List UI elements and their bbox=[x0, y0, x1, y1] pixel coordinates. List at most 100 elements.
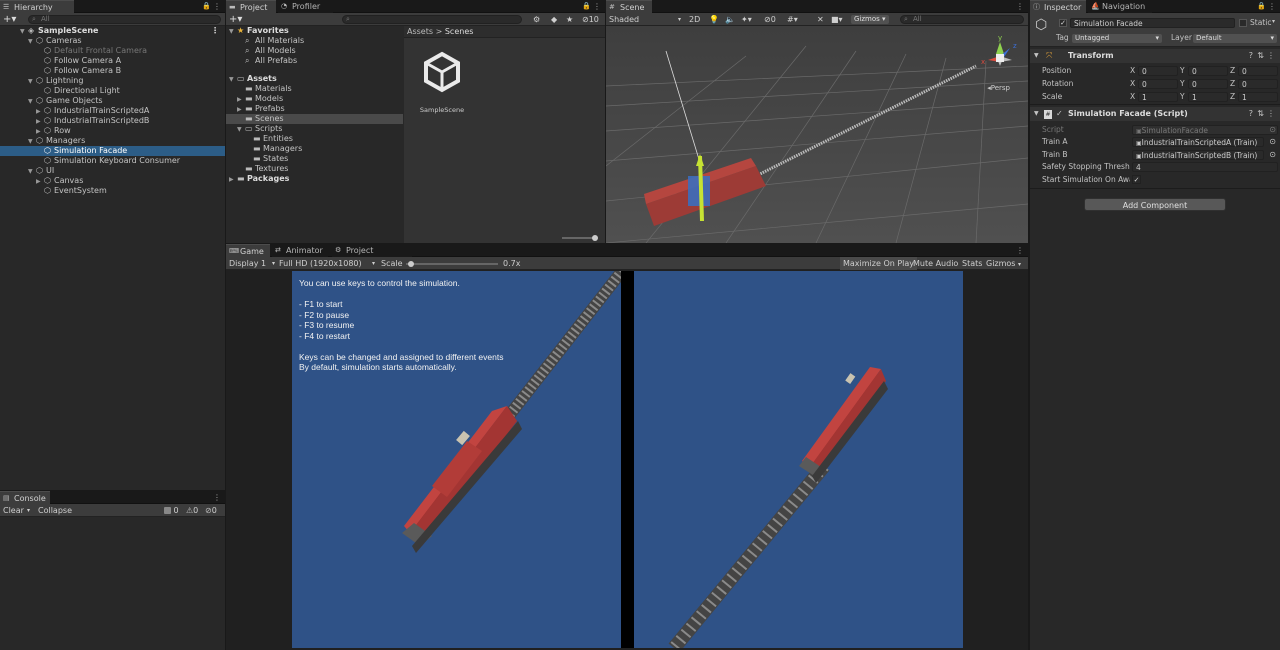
scene-search-input[interactable]: ⌕ All bbox=[900, 15, 1024, 24]
help-icon[interactable]: ? bbox=[1249, 49, 1253, 63]
scale-slider[interactable] bbox=[406, 261, 498, 267]
folder-materials[interactable]: ▬ Materials bbox=[226, 84, 403, 94]
display-dropdown[interactable]: Display 1 ▾ bbox=[229, 257, 275, 270]
packages-folder[interactable]: ▶ ▬ Packages bbox=[226, 174, 403, 184]
tree-item-default-frontal-camera[interactable]: ⬡ Default Frontal Camera bbox=[0, 46, 225, 56]
tab-scene[interactable]: # Scene bbox=[606, 0, 652, 13]
tree-item-train-a[interactable]: ▶ ⬡ IndustrialTrainScriptedA bbox=[0, 106, 225, 116]
folder-scripts[interactable]: ▼ ▭ Scripts bbox=[226, 124, 403, 134]
tree-item-keyboard-consumer[interactable]: ⬡ Simulation Keyboard Consumer bbox=[0, 156, 225, 166]
tab-inspector[interactable]: ⓘ Inspector bbox=[1030, 0, 1086, 13]
lock-icon[interactable]: 🔒 bbox=[202, 0, 211, 13]
folder-scenes[interactable]: ▬ Scenes bbox=[226, 114, 403, 124]
log-count-error[interactable]: ⊘0 bbox=[205, 504, 217, 517]
rotation-z-input[interactable]: 0 bbox=[1238, 79, 1278, 89]
filter-by-type-icon[interactable]: ⚙ bbox=[533, 13, 540, 26]
lock-icon[interactable]: 🔒 bbox=[1257, 0, 1266, 13]
preset-icon[interactable]: ⇅ bbox=[1257, 49, 1264, 63]
menu-kebab-icon[interactable]: ⋮ bbox=[1016, 0, 1024, 13]
grid-toggle-icon[interactable]: #▾ bbox=[787, 13, 798, 26]
tree-item-simulation-facade[interactable]: ⬡ Simulation Facade bbox=[0, 146, 225, 156]
scene-orientation-gizmo[interactable]: y x z bbox=[980, 32, 1020, 78]
scene-kebab-icon[interactable]: ⋮ bbox=[211, 26, 219, 36]
folder-states[interactable]: ▬ States bbox=[226, 154, 403, 164]
folder-entities[interactable]: ▬ Entities bbox=[226, 134, 403, 144]
static-dropdown-icon[interactable]: ▾ bbox=[1272, 18, 1275, 25]
add-component-button[interactable]: Add Component bbox=[1084, 198, 1226, 211]
tab-project-settings[interactable]: ⚙ Project Settings bbox=[332, 244, 412, 268]
clear-dropdown-icon[interactable]: ▾ bbox=[27, 504, 30, 517]
gizmos-toggle[interactable]: Gizmos ▾ bbox=[986, 257, 1021, 271]
toggle-2d-button[interactable]: 2D bbox=[689, 13, 700, 26]
object-name-input[interactable]: Simulation Facade bbox=[1070, 18, 1235, 28]
project-search-input[interactable]: ⌕ bbox=[342, 15, 522, 24]
object-picker-icon[interactable]: ⊙ bbox=[1269, 137, 1276, 147]
rotation-x-input[interactable]: 0 bbox=[1138, 79, 1178, 89]
folder-textures[interactable]: ▬ Textures bbox=[226, 164, 403, 174]
tab-project[interactable]: ▬ Project bbox=[226, 0, 276, 13]
asset-sample-scene[interactable]: SampleScene bbox=[412, 48, 472, 118]
tree-item-ui[interactable]: ▼ ⬡ UI bbox=[0, 166, 225, 176]
tree-item-managers[interactable]: ▼ ⬡ Managers bbox=[0, 136, 225, 146]
tab-hierarchy[interactable]: ☰ Hierarchy bbox=[0, 0, 74, 13]
train-b-object-field[interactable]: ▣IndustrialTrainScriptedB (Train) bbox=[1132, 150, 1264, 160]
clear-button[interactable]: Clear bbox=[3, 504, 24, 517]
expand-arrow-icon[interactable]: ▼ bbox=[1034, 107, 1039, 121]
train-a-object-field[interactable]: ▣IndustrialTrainScriptedA (Train) bbox=[1132, 137, 1264, 147]
favorite-star-icon[interactable]: ★ bbox=[566, 13, 573, 26]
lock-icon[interactable]: 🔒 bbox=[582, 0, 591, 13]
menu-kebab-icon[interactable]: ⋮ bbox=[213, 491, 221, 504]
tree-item-directional-light[interactable]: ⬡ Directional Light bbox=[0, 86, 225, 96]
mute-audio-button[interactable]: Mute Audio bbox=[913, 257, 958, 270]
rotation-y-input[interactable]: 0 bbox=[1188, 79, 1228, 89]
menu-kebab-icon[interactable]: ⋮ bbox=[593, 0, 601, 13]
tree-item-eventsystem[interactable]: ⬡ EventSystem bbox=[0, 186, 225, 196]
create-plus-button[interactable]: +▾ bbox=[229, 13, 242, 26]
help-icon[interactable]: ? bbox=[1249, 107, 1253, 121]
scene-viewport[interactable]: y x z ◂Persp bbox=[606, 26, 1028, 243]
camera-dropdown-icon[interactable]: ■▾ bbox=[831, 13, 843, 26]
maximize-on-play-button[interactable]: Maximize On Play bbox=[840, 257, 918, 270]
expand-arrow-icon[interactable]: ▼ bbox=[1034, 49, 1039, 63]
log-count-warning[interactable]: ⚠0 bbox=[186, 504, 198, 517]
component-enabled-checkbox[interactable]: ✓ bbox=[1056, 107, 1063, 121]
tab-animator[interactable]: ⇄ Animator bbox=[272, 244, 328, 257]
audio-toggle-icon[interactable]: 🔈 bbox=[725, 13, 735, 26]
hidden-packages-toggle[interactable]: ⊘10 bbox=[582, 13, 599, 26]
tree-item-train-b[interactable]: ▶ ⬡ IndustrialTrainScriptedB bbox=[0, 116, 225, 126]
collapse-arrow-icon[interactable]: ▶ bbox=[229, 175, 237, 185]
favorite-all-models[interactable]: ⌕ All Models bbox=[226, 46, 403, 56]
tab-navigation[interactable]: ⛵ Navigation bbox=[1088, 0, 1152, 13]
scale-x-input[interactable]: 1 bbox=[1138, 92, 1178, 102]
breadcrumb-scenes[interactable]: Scenes bbox=[445, 27, 474, 36]
tab-game[interactable]: ⌨ Game bbox=[226, 244, 270, 257]
tree-item-follow-camera-a[interactable]: ⬡ Follow Camera A bbox=[0, 56, 225, 66]
persp-label[interactable]: ◂Persp bbox=[987, 84, 1010, 92]
tag-dropdown[interactable]: Untagged ▾ bbox=[1072, 34, 1162, 43]
start-on-awake-checkbox[interactable]: ✓ bbox=[1132, 175, 1141, 184]
menu-kebab-icon[interactable]: ⋮ bbox=[1016, 244, 1024, 257]
position-x-input[interactable]: 0 bbox=[1138, 66, 1178, 76]
filter-by-label-icon[interactable]: ◆ bbox=[551, 13, 557, 26]
tree-item-canvas[interactable]: ▶ ⬡ Canvas bbox=[0, 176, 225, 186]
icon-size-slider[interactable] bbox=[562, 235, 598, 241]
scale-z-input[interactable]: 1 bbox=[1238, 92, 1278, 102]
hierarchy-search-input[interactable]: ⌕ All bbox=[28, 15, 221, 24]
folder-models[interactable]: ▶ ▬ Models bbox=[226, 94, 403, 104]
object-picker-icon[interactable]: ⊙ bbox=[1269, 150, 1276, 160]
folder-managers[interactable]: ▬ Managers bbox=[226, 144, 403, 154]
favorite-all-materials[interactable]: ⌕ All Materials bbox=[226, 36, 403, 46]
tree-item-row[interactable]: ▶ ⬡ Row bbox=[0, 126, 225, 136]
folder-prefabs[interactable]: ▶ ▬ Prefabs bbox=[226, 104, 403, 114]
lighting-toggle-icon[interactable]: 💡 bbox=[709, 13, 719, 26]
position-y-input[interactable]: 0 bbox=[1188, 66, 1228, 76]
tree-item-cameras[interactable]: ▼ ⬡ Cameras bbox=[0, 36, 225, 46]
tools-icon[interactable]: ✕ bbox=[817, 13, 824, 26]
favorite-all-prefabs[interactable]: ⌕ All Prefabs bbox=[226, 56, 403, 66]
tree-item-lightning[interactable]: ▼ ⬡ Lightning bbox=[0, 76, 225, 86]
draw-mode-dropdown[interactable]: Shaded ▾ bbox=[609, 13, 681, 26]
gizmos-dropdown[interactable]: Gizmos ▾ bbox=[851, 15, 889, 24]
component-kebab-icon[interactable]: ⋮ bbox=[1267, 107, 1275, 121]
tree-item-follow-camera-b[interactable]: ⬡ Follow Camera B bbox=[0, 66, 225, 76]
tab-profiler[interactable]: ◔ Profiler bbox=[278, 0, 333, 13]
